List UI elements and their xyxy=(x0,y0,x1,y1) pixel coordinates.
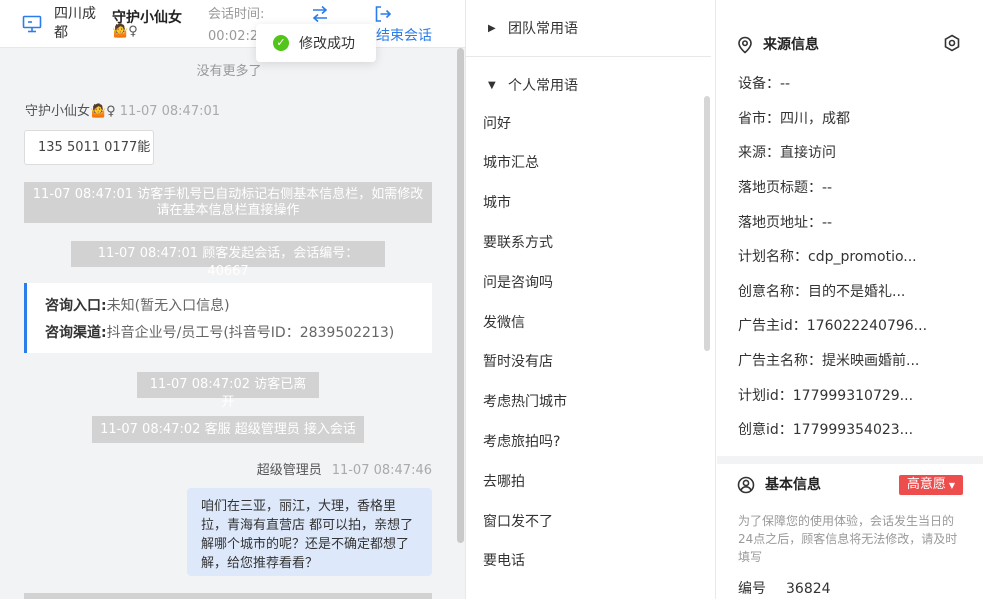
session-time-label: 会话时间: xyxy=(208,7,265,22)
divider xyxy=(466,56,711,57)
phrase-item[interactable]: 城市汇总 xyxy=(483,152,539,174)
source-info-row: 创意id：177999354023... xyxy=(738,422,914,438)
personal-phrases-label: 个人常用语 xyxy=(508,78,578,94)
info-panel: 来源信息 设备：-- 省市：四川，成都 来源：直接访问 落地页标题：-- 落地页… xyxy=(717,0,983,599)
end-session-button[interactable]: 结束会话 xyxy=(376,27,432,46)
visitor-message-meta: 守护小仙女🤷♀ 11-07 08:47:01 xyxy=(25,102,220,122)
consult-info-card: 咨询入口:未知(暂无入口信息) 咨询渠道:抖音企业号/员工号(抖音号ID：283… xyxy=(24,283,432,353)
location-pin-icon xyxy=(738,36,752,54)
consult-entry-label: 咨询入口: xyxy=(45,298,107,314)
basic-info-title: 基本信息 xyxy=(737,475,821,495)
system-message-partial xyxy=(24,593,432,599)
intent-level-dropdown[interactable]: 高意愿 ▼ xyxy=(899,475,963,495)
consult-channel-value: 抖音企业号/员工号(抖音号ID：2839502213) xyxy=(106,325,395,341)
source-info-row: 创意名称：目的不是婚礼... xyxy=(738,284,906,300)
team-phrases-group[interactable]: ▶ 团队常用语 xyxy=(466,15,711,41)
phrase-item[interactable]: 城市 xyxy=(483,192,511,214)
caret-down-icon: ▼ xyxy=(948,481,956,490)
phrase-item[interactable]: 发微信 xyxy=(483,312,525,334)
phrase-item[interactable]: 问是咨询吗 xyxy=(483,272,553,294)
monitor-icon xyxy=(22,15,42,33)
basic-info-id: 编号 36824 xyxy=(738,579,831,599)
phrase-item[interactable]: 考虑热门城市 xyxy=(483,391,567,413)
source-info-row: 来源：直接访问 xyxy=(738,145,836,161)
phrase-item[interactable]: 要联系方式 xyxy=(483,232,553,254)
settings-hexagon-icon[interactable] xyxy=(943,34,961,52)
source-info-label: 来源信息 xyxy=(763,37,819,53)
visitor-sender-name: 守护小仙女🤷♀ xyxy=(25,104,116,119)
gender-icon: ♀ xyxy=(128,24,138,39)
user-circle-icon xyxy=(737,476,755,494)
agent-sender-name: 超级管理员 xyxy=(256,463,322,478)
consult-channel: 咨询渠道:抖音企业号/员工号(抖音号ID：2839502213) xyxy=(45,320,432,347)
basic-info-id-label: 编号 xyxy=(738,581,766,597)
phrase-item[interactable]: 要电话 xyxy=(483,550,525,572)
source-info-row: 广告主名称：提米映画婚前... xyxy=(738,353,920,369)
consult-entry-value: 未知(暂无入口信息) xyxy=(106,298,230,314)
check-circle-icon: ✓ xyxy=(273,35,289,51)
source-info-row: 落地页地址：-- xyxy=(738,215,833,231)
agent-message-meta: 超级管理员 11-07 08:47:46 xyxy=(257,461,432,481)
phrase-item[interactable]: 考虑旅拍吗? xyxy=(483,431,560,453)
source-info-row: 落地页标题：-- xyxy=(738,180,833,196)
no-more-messages: 没有更多了 xyxy=(196,64,262,79)
system-message: 11-07 08:47:02 访客已离开 xyxy=(137,372,319,410)
team-phrases-label: 团队常用语 xyxy=(508,21,578,37)
personal-phrases-group[interactable]: ▼ 个人常用语 xyxy=(466,72,711,98)
phrase-item[interactable]: 去哪拍 xyxy=(483,471,525,493)
visitor-location: 四川成都 xyxy=(54,6,96,41)
caret-right-icon: ▶ xyxy=(488,22,496,34)
phrase-item[interactable]: 窗口发不了 xyxy=(483,511,553,533)
phrases-panel: ▶ 团队常用语 ▼ 个人常用语 问好 城市汇总 城市 要联系方式 问是咨询吗 发… xyxy=(465,0,716,599)
basic-info-note: 为了保障您的使用体验，会话发生当日的24点之后，顾客信息将无法修改，请及时填写 xyxy=(738,514,958,564)
source-info-row: 广告主id：176022240796... xyxy=(738,318,928,334)
agent-message-time: 11-07 08:47:46 xyxy=(331,463,432,478)
section-divider xyxy=(717,456,983,464)
basic-info-label: 基本信息 xyxy=(765,477,821,493)
visitor-emoji: 🤷 xyxy=(112,24,129,39)
exit-icon[interactable] xyxy=(374,5,392,23)
caret-down-icon: ▼ xyxy=(488,79,496,91)
intent-level-value: 高意愿 xyxy=(906,477,946,492)
phrase-item[interactable]: 问好 xyxy=(483,113,511,135)
system-message: 11-07 08:47:01 顾客发起会话，会话编号：40667 xyxy=(71,241,385,279)
source-info-title: 来源信息 xyxy=(737,35,819,55)
success-toast: ✓ 修改成功 xyxy=(256,24,376,62)
consult-entry: 咨询入口:未知(暂无入口信息) xyxy=(45,293,432,320)
visitor-message-bubble[interactable]: 135 5011 0177能 xyxy=(24,130,154,165)
chat-panel: 四川成都 守护小仙女 🤷♀ 会话时间: 00:02:26 结束会话 ✓ 修改成功… xyxy=(0,0,465,599)
chat-scrollbar[interactable] xyxy=(457,48,464,543)
source-info-row: 设备：-- xyxy=(738,76,791,92)
phrase-item[interactable]: 暂时没有店 xyxy=(483,351,553,373)
transfer-arrows-icon[interactable] xyxy=(310,5,330,23)
phrases-scrollbar[interactable] xyxy=(704,96,710,351)
visitor-gender: 🤷♀ xyxy=(112,24,138,40)
source-info-row: 省市：四川，成都 xyxy=(738,111,850,127)
chat-header: 四川成都 守护小仙女 🤷♀ 会话时间: 00:02:26 结束会话 xyxy=(0,0,465,48)
basic-info-id-value: 36824 xyxy=(786,581,831,597)
system-message: 11-07 08:47:01 访客手机号已自动标记右侧基本信息栏，如需修改请在基… xyxy=(24,182,432,223)
toast-text: 修改成功 xyxy=(299,36,355,52)
consult-channel-label: 咨询渠道: xyxy=(45,325,107,341)
system-message: 11-07 08:47:02 客服 超级管理员 接入会话 xyxy=(92,416,364,443)
agent-message-bubble[interactable]: 咱们在三亚，丽江，大理，香格里拉，青海有直营店 都可以拍，亲想了解哪个城市的呢？… xyxy=(187,488,432,576)
visitor-message-time: 11-07 08:47:01 xyxy=(119,104,221,119)
source-info-row: 计划名称：cdp_promotio... xyxy=(738,249,917,265)
source-info-row: 计划id：177999310729... xyxy=(738,388,914,404)
